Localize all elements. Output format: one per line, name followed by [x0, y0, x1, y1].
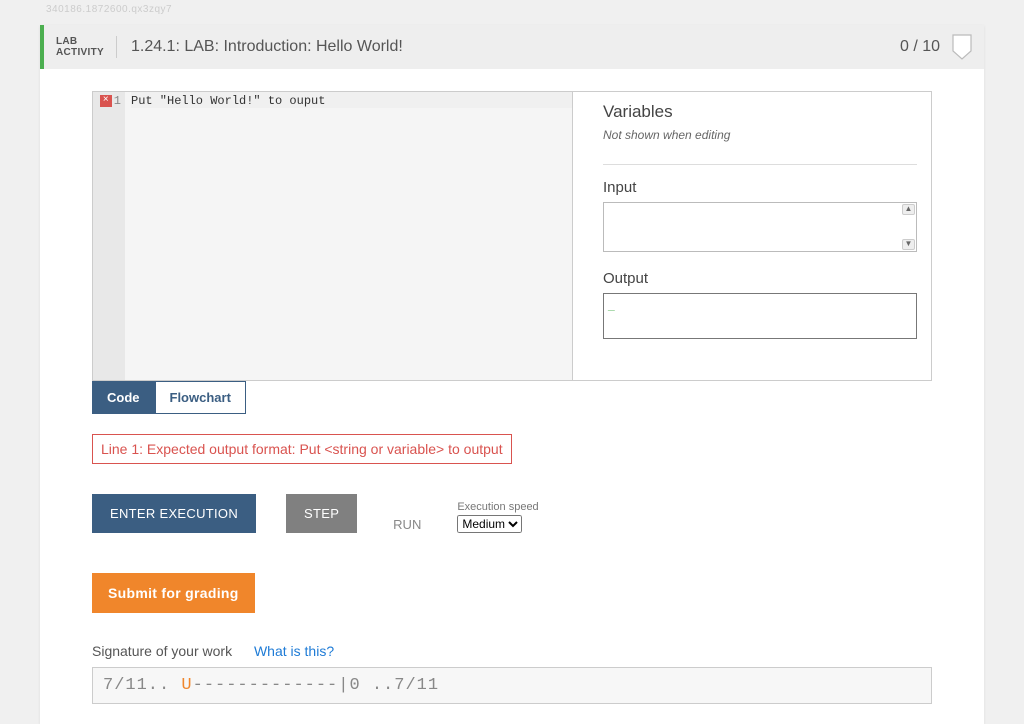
lab-tag-line2: ACTIVITY: [56, 47, 104, 58]
lab-title: 1.24.1: LAB: Introduction: Hello World!: [117, 38, 403, 56]
input-heading: Input: [603, 179, 917, 196]
signature-suffix: |0 ..7/11: [338, 676, 439, 695]
tab-flowchart[interactable]: Flowchart: [155, 381, 246, 414]
output-heading: Output: [603, 270, 917, 287]
shield-icon: [952, 34, 972, 60]
enter-execution-button[interactable]: ENTER EXECUTION: [92, 494, 256, 533]
signature-mid: U: [181, 676, 192, 695]
output-box: _: [603, 293, 917, 339]
editor-tabs: Code Flowchart: [92, 381, 932, 414]
editor-column: ×1 Put "Hello World!" to ouput: [93, 92, 573, 380]
lab-card: LAB ACTIVITY 1.24.1: LAB: Introduction: …: [40, 25, 984, 724]
gutter: ×1: [93, 92, 125, 380]
record-id: 340186.1872600.qx3zqy7: [0, 4, 1024, 25]
error-message: Line 1: Expected output format: Put <str…: [92, 434, 512, 464]
signature-box: 7/11.. U-------------|0 ..7/11: [92, 667, 932, 704]
tab-code[interactable]: Code: [92, 381, 155, 414]
variables-heading: Variables: [603, 102, 917, 122]
code-lines[interactable]: Put "Hello World!" to ouput: [125, 92, 572, 380]
signature-prefix: 7/11..: [103, 676, 181, 695]
line-number: 1: [114, 94, 121, 108]
run-button[interactable]: RUN: [387, 516, 427, 533]
score: 0 / 10: [900, 38, 940, 56]
error-icon[interactable]: ×: [100, 95, 112, 107]
scroll-up-icon[interactable]: ▲: [902, 204, 915, 215]
card-header: LAB ACTIVITY 1.24.1: LAB: Introduction: …: [40, 25, 984, 69]
signature-label: Signature of your work: [92, 643, 232, 659]
work-area: ×1 Put "Hello World!" to ouput Variables…: [92, 91, 932, 381]
lab-tag: LAB ACTIVITY: [44, 36, 117, 58]
speed-block: Execution speed Medium: [457, 501, 538, 533]
step-button[interactable]: STEP: [286, 494, 357, 533]
submit-button[interactable]: Submit for grading: [92, 573, 255, 613]
separator: [603, 164, 917, 165]
card-body: ×1 Put "Hello World!" to ouput Variables…: [40, 69, 984, 724]
code-line-1[interactable]: Put "Hello World!" to ouput: [131, 92, 572, 108]
variables-note: Not shown when editing: [603, 128, 917, 142]
scroll-down-icon[interactable]: ▼: [902, 239, 915, 250]
what-is-this-link[interactable]: What is this?: [254, 643, 334, 659]
speed-select[interactable]: Medium: [457, 515, 522, 533]
controls-row: ENTER EXECUTION STEP RUN Execution speed…: [92, 494, 932, 533]
side-panel: Variables Not shown when editing Input ▲…: [573, 92, 931, 380]
input-box[interactable]: ▲ ▼: [603, 202, 917, 252]
signature-row: Signature of your work What is this?: [92, 643, 932, 659]
lab-tag-line1: LAB: [56, 36, 104, 47]
output-cursor: _: [608, 298, 615, 312]
speed-label: Execution speed: [457, 501, 538, 513]
signature-dashes: -------------: [193, 676, 339, 695]
gutter-line-1: ×1: [93, 92, 121, 108]
code-editor[interactable]: ×1 Put "Hello World!" to ouput: [93, 92, 572, 380]
